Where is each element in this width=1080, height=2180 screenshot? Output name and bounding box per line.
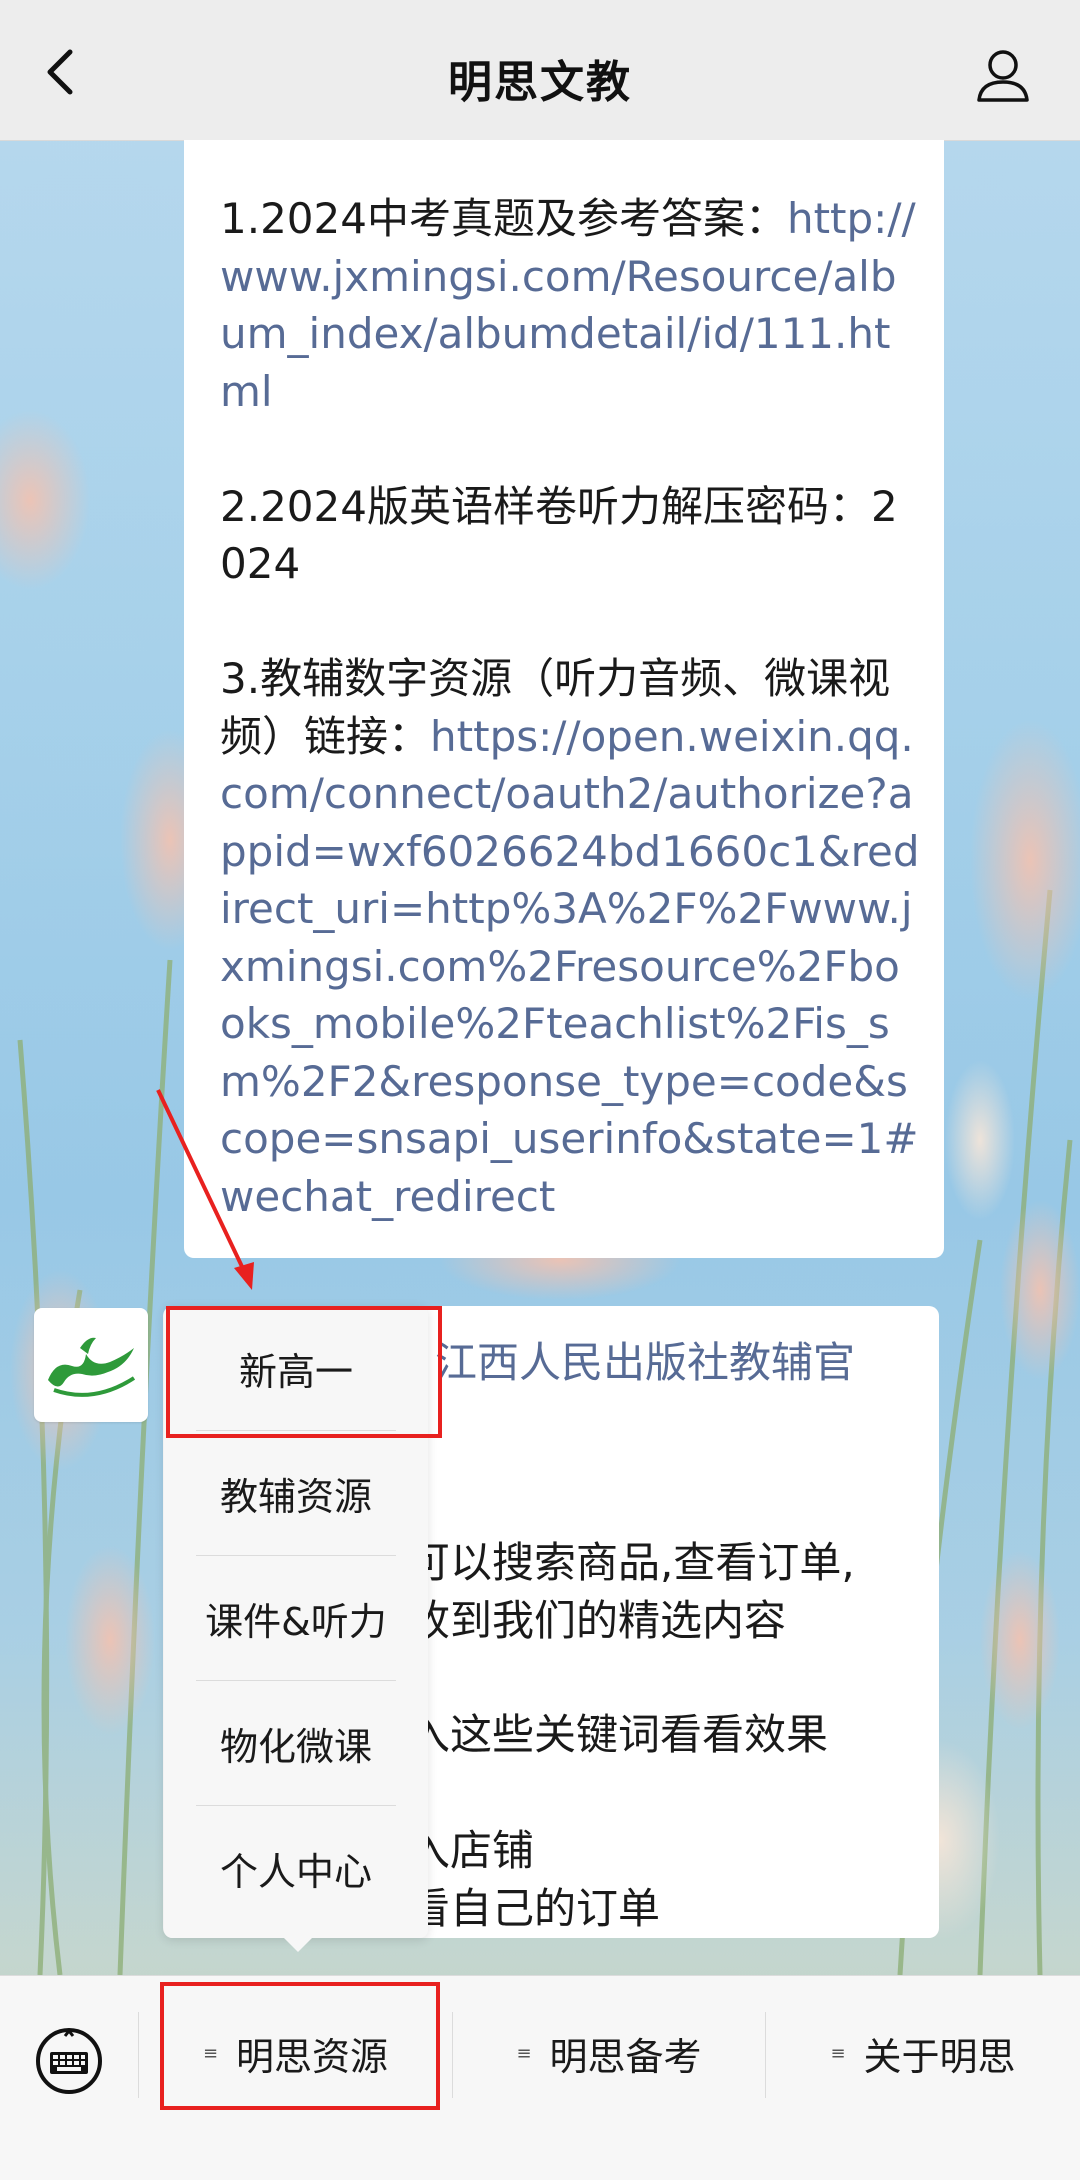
highlight-box-tab <box>160 1982 440 2110</box>
message2-line-3: 收到我们的精选内容 <box>408 1596 787 1645</box>
message-item-1: 1.2024中考真题及参考答案：http://www.jxmingsi.com/… <box>220 190 920 420</box>
message-item-3: 3.教辅数字资源（听力音频、微课视频）链接：https://open.weixi… <box>220 650 920 1225</box>
resource-link[interactable]: https://open.weixin.qq.com/connect/oauth… <box>220 712 920 1221</box>
message-item-2: 2.2024版英语样卷听力解压密码：2024 <box>220 478 920 593</box>
message-content: 1.2024中考真题及参考答案：http://www.jxmingsi.com/… <box>220 190 920 1225</box>
message2-line-2: 可以搜索商品,查看订单, <box>408 1538 855 1587</box>
brand-logo-icon <box>48 1337 136 1397</box>
tab-label: 明思备考 <box>549 2034 702 2079</box>
highlight-box-menu-item <box>166 1306 442 1438</box>
menu-item-science-lessons[interactable]: 物化微课 <box>164 1681 428 1805</box>
message-bubble: 1.2024中考真题及参考答案：http://www.jxmingsi.com/… <box>184 140 944 1258</box>
user-icon[interactable] <box>976 48 1030 102</box>
item1-label: 1.2024中考真题及参考答案： <box>220 194 787 243</box>
keyboard-icon[interactable] <box>34 2026 104 2096</box>
avatar[interactable] <box>34 1308 148 1422</box>
menu-item-personal-center[interactable]: 个人中心 <box>164 1806 428 1930</box>
menu-item-courseware-listening[interactable]: 课件&听力 <box>164 1556 428 1680</box>
menu-lines-icon: ≡ <box>516 2042 532 2064</box>
tab-about-mingsi[interactable]: ≡ 关于明思 <box>766 1976 1080 2130</box>
menu-item-teaching-resources[interactable]: 教辅资源 <box>164 1431 428 1555</box>
message2-line-1[interactable]: 江西人民出版社教辅官 <box>435 1334 855 1392</box>
nav-header: 明思文教 <box>0 0 1080 141</box>
tab-label: 关于明思 <box>863 2034 1016 2079</box>
popup-caret <box>284 1938 312 1952</box>
menu-lines-icon: ≡ <box>830 2042 846 2064</box>
page-title: 明思文教 <box>448 57 632 108</box>
message2-line-4: 入这些关键词看看效果 <box>408 1710 829 1759</box>
message2-line-6: 看自己的订单 <box>408 1884 661 1933</box>
tab-mingsi-exam-prep[interactable]: ≡ 明思备考 <box>453 1976 765 2130</box>
item2-label: 2.2024版英语样卷听力解压密码：2024 <box>220 481 898 589</box>
